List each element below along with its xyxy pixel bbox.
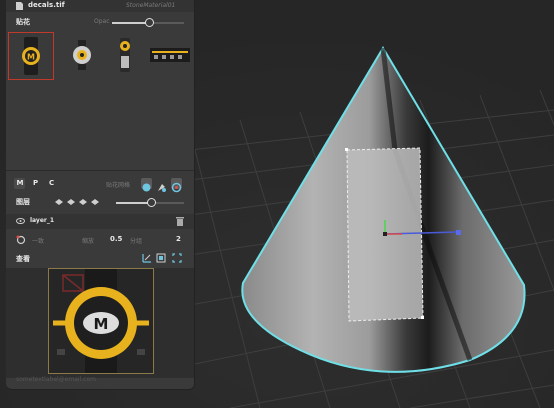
eye-icon[interactable] xyxy=(16,218,25,224)
decal-preview-image[interactable]: M xyxy=(48,268,154,374)
decal-thumbnail-robot-badge[interactable] xyxy=(106,34,146,76)
material-name: StoneMaterial01 xyxy=(126,2,176,9)
svg-text:M: M xyxy=(94,315,109,333)
param-label-group: 分组 xyxy=(130,238,143,245)
mode-m-label: M xyxy=(16,179,24,187)
target-icon[interactable] xyxy=(171,178,182,193)
layers-header: 图层 xyxy=(6,194,194,210)
decal-grid-label: 贴花网格 xyxy=(106,182,131,189)
param-label-scale: 缩放 xyxy=(82,238,95,245)
mode-c-button[interactable]: C xyxy=(49,179,54,187)
sphere-icon[interactable] xyxy=(141,178,152,192)
layer-slider-knob[interactable] xyxy=(147,197,156,207)
layer-item[interactable]: layer_1 xyxy=(6,214,194,229)
params-row: 一致 缩放 0.5 分组 2 xyxy=(6,232,194,248)
paint-icon[interactable] xyxy=(156,178,167,192)
decal-thumbnail-m-badge[interactable]: M xyxy=(8,32,54,80)
file-row: decals.tif StoneMaterial01 xyxy=(6,0,194,12)
mode-p-button[interactable]: P xyxy=(33,179,38,187)
footer-text: sometextlabel@email.com xyxy=(16,376,96,383)
delete-icon[interactable] xyxy=(176,217,184,226)
param-label-uniform: 一致 xyxy=(32,238,45,245)
opacity-label: Opac xyxy=(94,18,110,25)
file-icon xyxy=(16,2,23,10)
decal-section-header: 贴花 Opac xyxy=(6,14,194,28)
rotate-icon[interactable] xyxy=(16,235,26,245)
param-value-group[interactable]: 2 xyxy=(176,235,181,243)
grid-icon[interactable] xyxy=(142,253,152,263)
decal-thumbnail-strip[interactable] xyxy=(148,34,192,76)
layers-icon[interactable] xyxy=(54,197,104,207)
opacity-slider-knob[interactable] xyxy=(145,17,154,27)
layers-title: 图层 xyxy=(16,198,30,206)
decal-thumbnail-strip: M xyxy=(6,30,194,82)
frame-icon[interactable] xyxy=(156,253,166,263)
decal-tool-panel: decals.tif StoneMaterial01 贴花 Opac M M P… xyxy=(6,0,195,390)
mode-bar: M P C 贴花网格 xyxy=(6,176,194,193)
fit-icon[interactable] xyxy=(172,253,182,263)
footer-row: sometextlabel@email.com xyxy=(6,374,194,386)
view-header: 查看 xyxy=(6,251,194,267)
preview-area: M xyxy=(6,268,194,378)
decal-thumbnail-gear-badge[interactable] xyxy=(62,34,102,76)
svg-text:M: M xyxy=(27,53,35,62)
param-value-scale[interactable]: 0.5 xyxy=(110,235,122,243)
filename-label: decals.tif xyxy=(28,1,65,9)
layer-name: layer_1 xyxy=(30,217,55,224)
decal-section-title: 贴花 xyxy=(16,18,30,26)
view-title: 查看 xyxy=(16,255,30,263)
